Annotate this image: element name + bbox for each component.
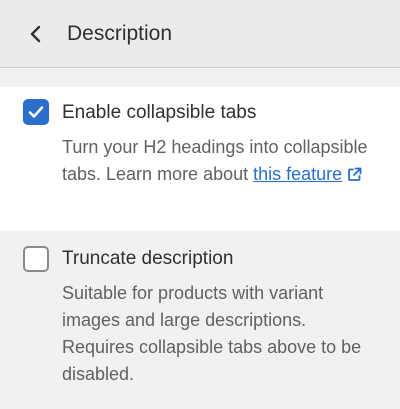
setting-collapsible-tabs: Enable collapsible tabs Turn your H2 hea… (0, 87, 400, 231)
page-title: Description (67, 22, 173, 45)
chevron-left-icon (30, 25, 41, 43)
back-button[interactable] (22, 20, 50, 48)
collapsible-tabs-checkbox[interactable] (23, 99, 49, 125)
learn-more-link[interactable]: this feature (253, 164, 342, 184)
collapsible-tabs-label[interactable]: Enable collapsible tabs (62, 100, 256, 126)
truncate-description-help: Suitable for products with variant image… (62, 283, 362, 384)
page-header: Description (0, 0, 400, 68)
setting-truncate-description: Truncate description Suitable for produc… (0, 232, 400, 402)
truncate-description-checkbox[interactable] (23, 246, 49, 272)
collapsible-tabs-help: Turn your H2 headings into collapsible t… (62, 134, 382, 188)
external-link-icon[interactable] (347, 167, 362, 182)
truncate-description-label[interactable]: Truncate description (62, 246, 233, 272)
checkmark-icon (28, 106, 44, 118)
